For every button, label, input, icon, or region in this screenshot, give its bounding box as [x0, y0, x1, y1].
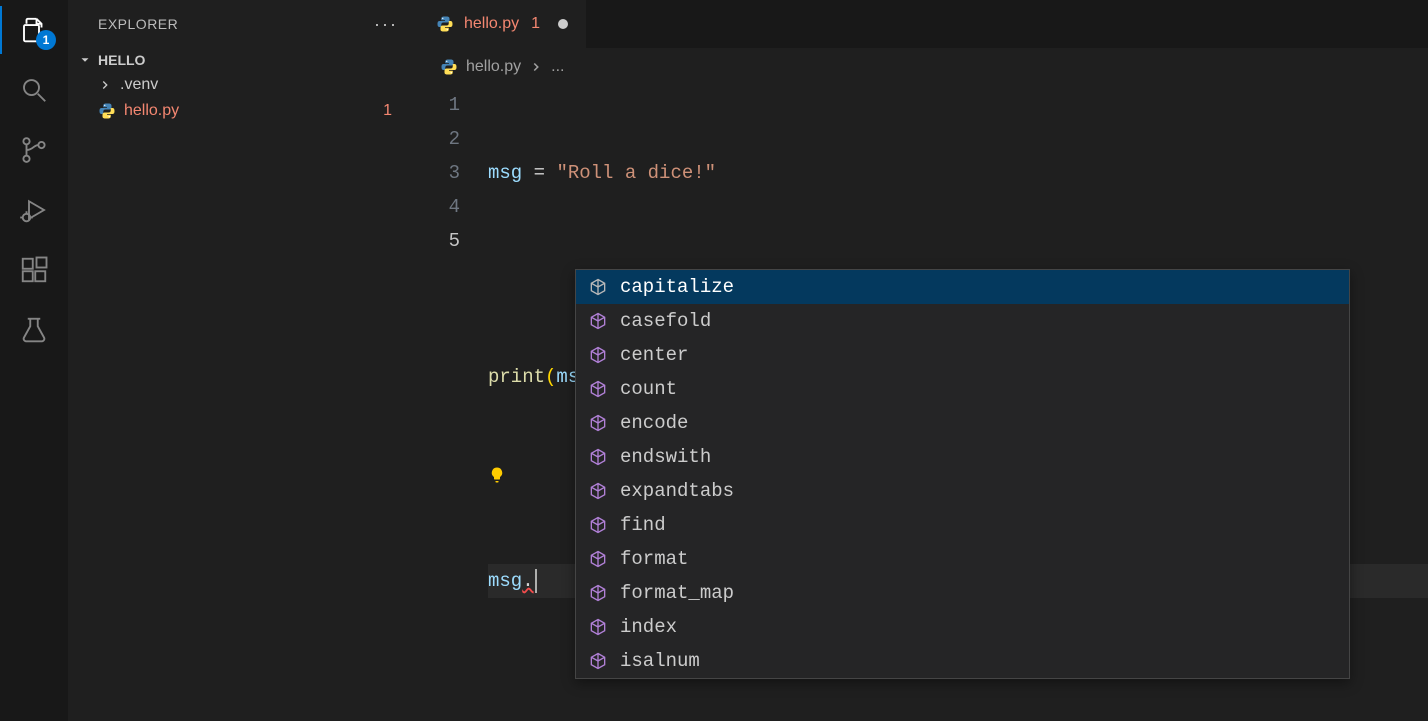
suggest-label: endswith — [620, 446, 711, 468]
extensions-icon[interactable] — [18, 254, 50, 286]
tab-label: hello.py — [464, 15, 519, 33]
sidebar-title: EXPLORER — [98, 16, 178, 32]
suggest-item[interactable]: capitalize — [576, 270, 1349, 304]
suggest-item[interactable]: casefold — [576, 304, 1349, 338]
suggest-item[interactable]: index — [576, 610, 1349, 644]
python-icon — [436, 15, 454, 33]
activity-bar: 1 — [0, 0, 68, 721]
suggest-label: count — [620, 378, 677, 400]
suggest-item[interactable]: encode — [576, 406, 1349, 440]
method-icon — [588, 481, 608, 501]
suggest-item[interactable]: format_map — [576, 576, 1349, 610]
method-icon — [588, 583, 608, 603]
suggest-label: format — [620, 548, 688, 570]
sidebar-more-icon[interactable]: ··· — [374, 14, 398, 35]
suggest-item[interactable]: find — [576, 508, 1349, 542]
testing-icon[interactable] — [18, 314, 50, 346]
method-icon — [588, 617, 608, 637]
dirty-indicator-icon[interactable] — [558, 19, 568, 29]
breadcrumb-more[interactable]: ... — [551, 58, 564, 76]
tab-bar: hello.py 1 — [418, 0, 1428, 48]
sidebar-header: EXPLORER ··· — [68, 0, 418, 48]
explorer-icon[interactable]: 1 — [18, 14, 50, 46]
tree-folder-venv[interactable]: .venv — [86, 72, 418, 98]
method-icon — [588, 651, 608, 671]
line-number: 1 — [418, 88, 460, 122]
method-icon — [588, 345, 608, 365]
explorer-sidebar: EXPLORER ··· HELLO .venv hello.py 1 — [68, 0, 418, 721]
error-count: 1 — [383, 102, 408, 120]
suggest-item[interactable]: center — [576, 338, 1349, 372]
line-gutter: 1 2 3 4 5 — [418, 86, 488, 721]
method-icon — [588, 311, 608, 331]
lightbulb-icon[interactable] — [488, 466, 506, 484]
tab-error-badge: 1 — [531, 15, 540, 33]
suggest-label: find — [620, 514, 666, 536]
suggest-label: casefold — [620, 310, 711, 332]
suggest-label: encode — [620, 412, 688, 434]
suggest-label: format_map — [620, 582, 734, 604]
line-number: 5 — [418, 224, 460, 258]
breadcrumb-file[interactable]: hello.py — [466, 58, 521, 76]
python-icon — [98, 102, 116, 120]
file-tree: .venv hello.py 1 — [68, 72, 418, 124]
suggest-label: index — [620, 616, 677, 638]
run-debug-icon[interactable] — [18, 194, 50, 226]
suggest-item[interactable]: expandtabs — [576, 474, 1349, 508]
method-icon — [588, 447, 608, 467]
search-icon[interactable] — [18, 74, 50, 106]
suggest-item[interactable]: format — [576, 542, 1349, 576]
tree-item-label: .venv — [120, 76, 158, 94]
tab-hello[interactable]: hello.py 1 — [418, 0, 587, 48]
suggest-widget[interactable]: capitalize casefold center count encode … — [575, 269, 1350, 679]
explorer-badge: 1 — [36, 30, 56, 50]
tree-file-hello[interactable]: hello.py 1 — [86, 98, 418, 124]
method-icon — [588, 515, 608, 535]
suggest-item[interactable]: endswith — [576, 440, 1349, 474]
suggest-label: capitalize — [620, 276, 734, 298]
method-icon — [588, 549, 608, 569]
code-line[interactable]: msg = "Roll a dice!" — [488, 156, 1428, 190]
suggest-label: expandtabs — [620, 480, 734, 502]
method-icon — [588, 277, 608, 297]
suggest-label: center — [620, 344, 688, 366]
source-control-icon[interactable] — [18, 134, 50, 166]
chevron-down-icon — [78, 53, 92, 67]
method-icon — [588, 379, 608, 399]
method-icon — [588, 413, 608, 433]
folder-header[interactable]: HELLO — [68, 48, 418, 72]
suggest-item[interactable]: count — [576, 372, 1349, 406]
python-icon — [440, 58, 458, 76]
line-number: 2 — [418, 122, 460, 156]
editor-region: hello.py 1 hello.py ... 1 2 3 4 5 msg = … — [418, 0, 1428, 721]
code-editor[interactable]: 1 2 3 4 5 msg = "Roll a dice!" print(msg… — [418, 86, 1428, 721]
line-number: 4 — [418, 190, 460, 224]
tree-item-label: hello.py — [124, 102, 179, 120]
line-number: 3 — [418, 156, 460, 190]
suggest-item[interactable]: isalnum — [576, 644, 1349, 678]
breadcrumbs[interactable]: hello.py ... — [418, 48, 1428, 86]
text-cursor — [535, 569, 537, 593]
suggest-label: isalnum — [620, 650, 700, 672]
chevron-right-icon — [529, 60, 543, 74]
chevron-right-icon — [98, 78, 112, 92]
folder-name: HELLO — [98, 52, 145, 68]
